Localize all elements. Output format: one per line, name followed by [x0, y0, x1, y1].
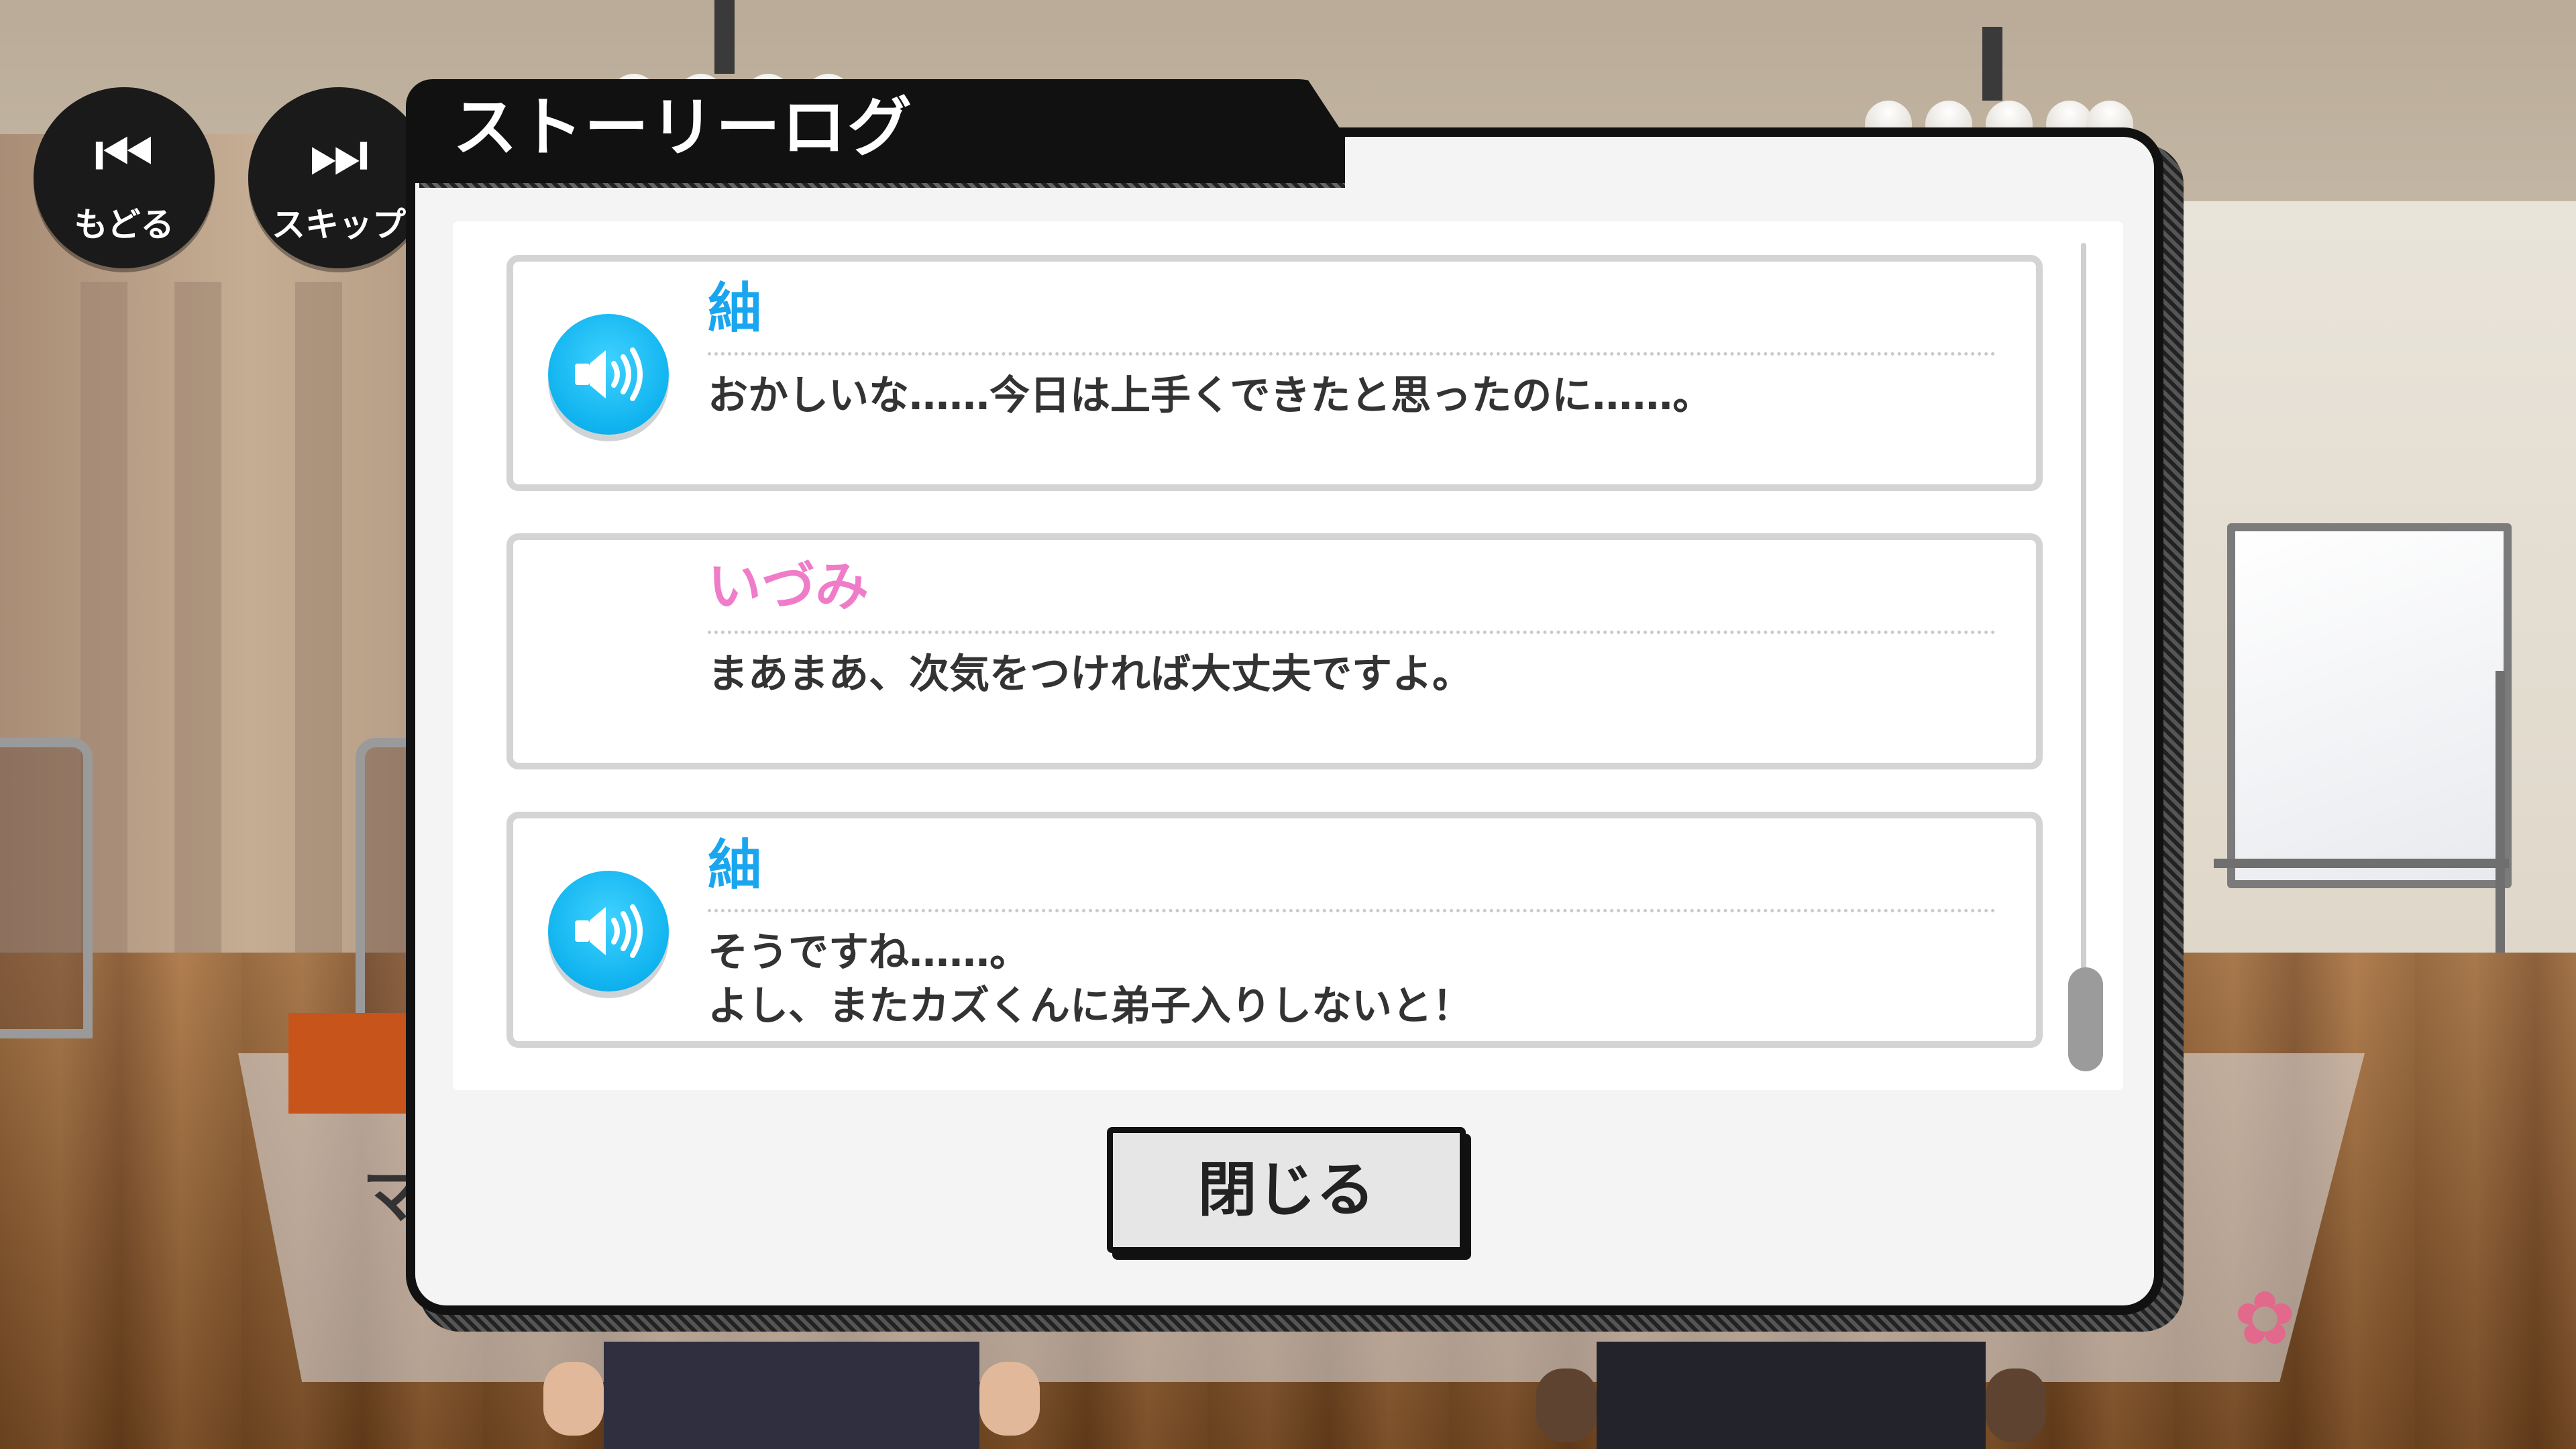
character-hand [543, 1362, 604, 1436]
whiteboard-stand [2214, 859, 2509, 868]
log-entry: 紬 おかしいな……今日は上手くできたと思ったのに……。 [506, 255, 2043, 491]
scrollbar-thumb[interactable] [2068, 967, 2103, 1071]
step-back-icon: ⏮ [94, 115, 154, 193]
dialogue-line: よし、またカズくんに弟子入りしないと！ [708, 983, 1472, 1030]
character-hand [1986, 1368, 2046, 1442]
speaker-name: いづみ [708, 555, 869, 618]
whiteboard [2227, 523, 2512, 888]
scrollbar-track[interactable] [2081, 243, 2086, 1068]
speaker-name: 紬 [708, 834, 761, 896]
character-hand [1536, 1368, 1597, 1442]
log-entry: 紬 そうですね……。 よし、またカズくんに弟子入りしないと！ [506, 812, 2043, 1048]
dialogue-line: まあまあ、次気をつければ大丈夫ですよ。 [708, 651, 1472, 698]
skip-button-label: スキップ [272, 205, 406, 244]
voice-replay-button[interactable] [548, 871, 669, 991]
wall-panel [295, 282, 342, 1020]
character-hand [979, 1362, 1040, 1436]
skip-button[interactable]: ⏭ スキップ [248, 87, 429, 268]
close-button-label: 閉じる [1197, 1155, 1375, 1224]
dialogue-line: おかしいな……今日は上手くできたと思ったのに……。 [708, 372, 1713, 419]
log-list[interactable]: 紬 おかしいな……今日は上手くできたと思ったのに……。 いづみ まあまあ、次気を… [453, 221, 2123, 1090]
back-button-label: もどる [74, 205, 174, 244]
voice-replay-button[interactable] [548, 314, 669, 435]
sakura-icon: ✿ [2234, 1275, 2296, 1361]
panel-title: ストーリーログ [453, 90, 913, 165]
speaker-icon [575, 904, 643, 958]
log-entry: いづみ まあまあ、次気をつければ大丈夫ですよ。 [506, 533, 2043, 769]
speaker-name: 紬 [708, 277, 761, 339]
wall-panel [174, 282, 221, 1020]
close-button[interactable]: 閉じる [1107, 1127, 1466, 1253]
step-forward-icon: ⏭ [309, 115, 369, 193]
character-legs [1597, 1342, 1986, 1449]
folding-chair [0, 738, 93, 1038]
speaker-icon [575, 347, 643, 401]
divider [708, 352, 1996, 356]
character-legs [604, 1342, 979, 1449]
divider [708, 909, 1996, 912]
back-button[interactable]: ⏮ もどる [34, 87, 215, 268]
divider [708, 631, 1996, 634]
dialogue-line: そうですね……。 [708, 929, 1030, 976]
